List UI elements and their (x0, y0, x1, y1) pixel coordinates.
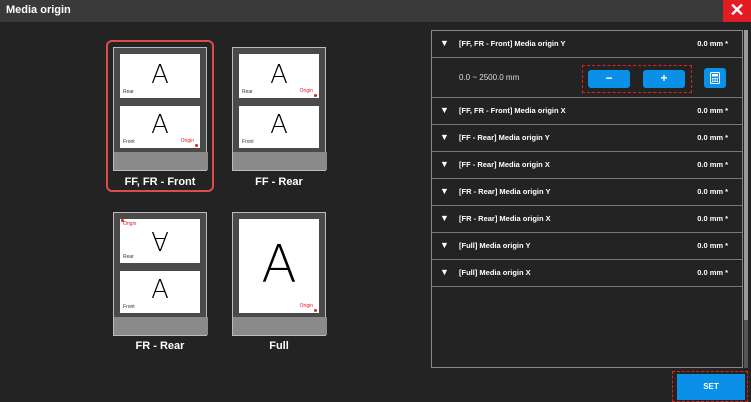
setting-label: [Full] Media origin X (459, 268, 531, 277)
setting-row[interactable]: ▼ [FF - Rear] Media origin X 0.0 mm * (432, 152, 742, 179)
title-bar: Media origin ✕ (0, 0, 751, 22)
expand-arrow-icon[interactable]: ▼ (440, 105, 449, 115)
setting-value: 0.0 mm * (697, 268, 728, 277)
setting-row[interactable]: ▼ [Full] Media origin X 0.0 mm * (432, 260, 742, 287)
expand-arrow-icon[interactable]: ▼ (440, 38, 449, 48)
expand-arrow-icon[interactable]: ▼ (440, 267, 449, 277)
side-label: Front (123, 304, 135, 310)
calculator-icon (710, 72, 720, 84)
thumbnail-caption: Full (269, 340, 289, 352)
setting-value: 0.0 mm * (697, 160, 728, 169)
letter-a: A (151, 110, 169, 140)
origin-label: Origin (123, 221, 137, 227)
expand-arrow-icon[interactable]: ▼ (440, 240, 449, 250)
setting-row-expanded[interactable]: ▼ [FF, FR - Front] Media origin Y 0.0 mm… (432, 31, 742, 58)
thumbnail-ff-rear[interactable]: A Rear Origin A Front (232, 47, 327, 171)
paper-front: A Front (120, 271, 200, 313)
thumbnail-strip (233, 152, 327, 170)
increment-button[interactable]: + (643, 70, 685, 88)
setting-row[interactable]: ▼ [FR - Rear] Media origin X 0.0 mm * (432, 206, 742, 233)
side-label: Rear (242, 89, 253, 95)
letter-a: A (270, 110, 288, 140)
close-button[interactable]: ✕ (723, 0, 751, 22)
setting-row[interactable]: ▼ [FF, FR - Front] Media origin X 0.0 mm… (432, 98, 742, 125)
origin-dot-icon (121, 219, 124, 222)
thumbnail-strip (114, 152, 208, 170)
setting-row[interactable]: ▼ [FR - Rear] Media origin Y 0.0 mm * (432, 179, 742, 206)
thumbnail-strip (114, 317, 208, 335)
letter-a-inverted: A (151, 225, 169, 255)
settings-panel: ▼ [FF, FR - Front] Media origin Y 0.0 mm… (431, 30, 743, 368)
scrollbar-thumb[interactable] (744, 30, 748, 320)
setting-value: 0.0 mm * (697, 214, 728, 223)
stepper-highlight: − + (582, 65, 692, 93)
side-label: Front (123, 139, 135, 145)
letter-a: A (151, 275, 169, 305)
origin-dot-icon (314, 309, 317, 312)
setting-label: [FR - Rear] Media origin X (459, 214, 551, 223)
thumbnail-caption: FF - Rear (255, 176, 303, 188)
paper-rear: A Rear Origin (239, 54, 319, 98)
paper-front: A Front (239, 106, 319, 148)
paper-full: A Origin (239, 219, 319, 313)
setting-value: 0.0 mm * (697, 187, 728, 196)
expand-arrow-icon[interactable]: ▼ (440, 186, 449, 196)
thumbnail-strip (233, 317, 327, 335)
thumbnail-caption: FR - Rear (135, 340, 185, 352)
paper-rear: A Origin Rear (120, 219, 200, 263)
origin-label: Origin (299, 303, 313, 309)
letter-a: A (151, 60, 169, 90)
paper-rear: A Rear (120, 54, 200, 98)
origin-label: Origin (180, 138, 194, 144)
expand-arrow-icon[interactable]: ▼ (440, 132, 449, 142)
letter-a: A (270, 60, 288, 90)
thumbnail-full[interactable]: A Origin (232, 212, 327, 336)
origin-dot-icon (195, 144, 198, 147)
setting-label: [FF, FR - Front] Media origin Y (459, 39, 566, 48)
paper-front: A Front Origin (120, 106, 200, 148)
expand-arrow-icon[interactable]: ▼ (440, 159, 449, 169)
setting-label: [FF - Rear] Media origin Y (459, 133, 550, 142)
origin-label: Origin (299, 88, 313, 94)
setting-label: [FF, FR - Front] Media origin X (459, 106, 566, 115)
thumbnail-fr-rear[interactable]: A Origin Rear A Front (113, 212, 208, 336)
setting-label: [FR - Rear] Media origin Y (459, 187, 551, 196)
setting-value: 0.0 mm * (697, 133, 728, 142)
range-label: 0.0 ~ 2500.0 mm (459, 73, 520, 82)
setting-row[interactable]: ▼ [FF - Rear] Media origin Y 0.0 mm * (432, 125, 742, 152)
side-label: Rear (123, 254, 134, 260)
setting-value: 0.0 mm * (697, 106, 728, 115)
side-label: Front (242, 139, 254, 145)
setting-editor: 0.0 ~ 2500.0 mm − + (432, 58, 742, 98)
letter-a: A (261, 235, 297, 295)
thumbnail-ff-fr-front[interactable]: A Rear A Front Origin (113, 47, 208, 171)
setting-value: 0.0 mm * (697, 241, 728, 250)
setting-label: [Full] Media origin Y (459, 241, 531, 250)
expand-arrow-icon[interactable]: ▼ (440, 213, 449, 223)
decrement-button[interactable]: − (588, 70, 630, 88)
set-button[interactable]: SET (677, 374, 745, 400)
thumbnail-caption: FF, FR - Front (124, 176, 196, 188)
calculator-button[interactable] (704, 68, 726, 88)
side-label: Rear (123, 89, 134, 95)
origin-dot-icon (314, 94, 317, 97)
setting-row[interactable]: ▼ [Full] Media origin Y 0.0 mm * (432, 233, 742, 260)
setting-label: [FF - Rear] Media origin X (459, 160, 550, 169)
setting-value: 0.0 mm * (697, 39, 728, 48)
window-title: Media origin (6, 4, 71, 16)
